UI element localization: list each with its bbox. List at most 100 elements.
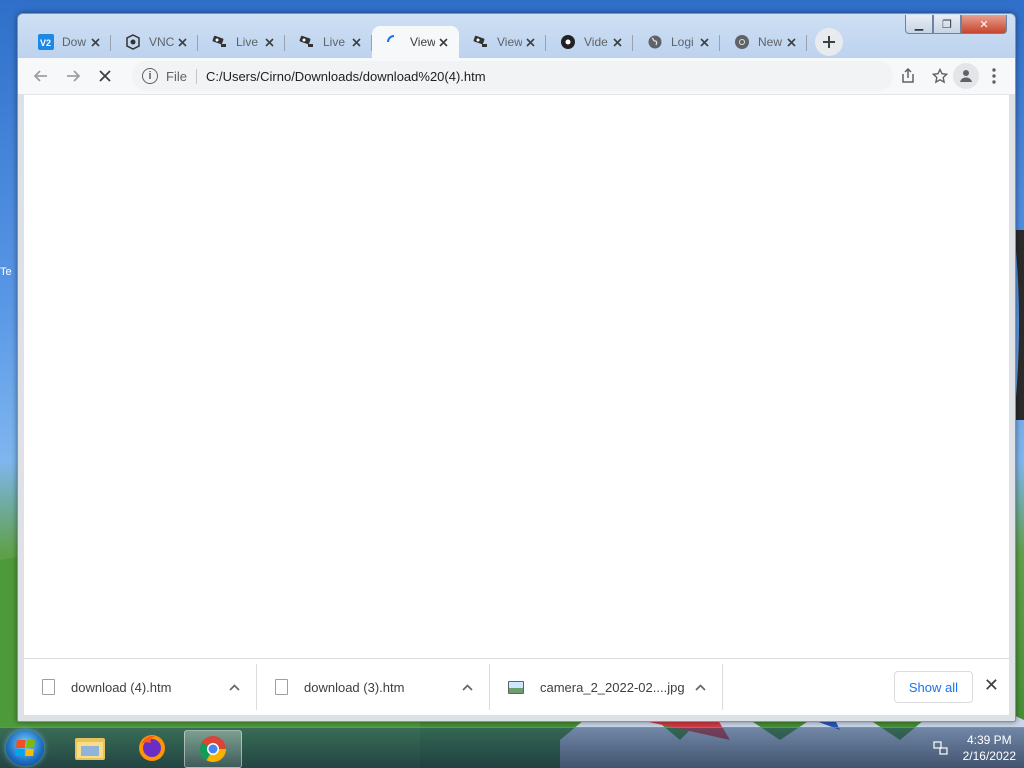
camera-icon	[299, 35, 313, 47]
tab-close-button[interactable]	[783, 34, 799, 50]
taskbar-firefox[interactable]	[124, 730, 180, 766]
back-button[interactable]	[26, 61, 56, 91]
tab-favicon	[125, 34, 141, 50]
download-options-button[interactable]	[695, 678, 706, 694]
network-icon[interactable]	[933, 740, 949, 756]
taskbar: 4:39 PM 2/16/2022	[0, 727, 1024, 768]
video-dot-icon	[561, 35, 575, 49]
tab-title: View	[410, 35, 435, 49]
download-options-button[interactable]	[229, 678, 240, 694]
download-options-button[interactable]	[462, 678, 473, 694]
tab-close-button[interactable]	[522, 34, 538, 50]
download-item[interactable]: camera_2_2022-02....jpg	[490, 664, 723, 710]
forward-button[interactable]	[58, 61, 88, 91]
browser-window: ▁ ❐ ✕ V2 Dow VNC Live Live View View Vide Logi Ne…	[17, 13, 1016, 722]
stop-loading-button[interactable]	[90, 61, 120, 91]
windows-logo-icon	[15, 740, 35, 756]
tab-close-button[interactable]	[348, 34, 364, 50]
clock-time: 4:39 PM	[966, 733, 1012, 747]
tab-close-button[interactable]	[261, 34, 277, 50]
download-item[interactable]: download (4).htm	[24, 664, 257, 710]
file-icon	[42, 679, 55, 695]
vnc-icon	[126, 34, 140, 50]
tab-title: View	[497, 35, 522, 49]
tab-favicon	[734, 34, 750, 50]
plus-icon	[823, 36, 835, 48]
taskbar-chrome[interactable]	[184, 730, 242, 768]
browser-tab[interactable]: View	[372, 26, 459, 58]
tab-favicon	[212, 34, 228, 50]
tab-close-button[interactable]	[174, 34, 190, 50]
arrow-right-icon	[67, 70, 81, 82]
site-info-icon[interactable]: i	[142, 68, 158, 84]
tab-favicon	[299, 34, 315, 50]
close-window-button[interactable]: ✕	[961, 15, 1007, 34]
taskbar-file-explorer[interactable]	[62, 730, 118, 766]
url-text[interactable]: C:/Users/Cirno/Downloads/download%20(4).…	[206, 69, 486, 84]
minimize-button[interactable]: ▁	[905, 15, 933, 34]
download-item[interactable]: download (3).htm	[257, 664, 490, 710]
tab-close-button[interactable]	[609, 34, 625, 50]
tab-favicon	[473, 34, 489, 50]
browser-tab[interactable]: Logi	[633, 26, 720, 58]
clock[interactable]: 4:39 PM 2/16/2022	[963, 732, 1016, 764]
close-icon	[525, 37, 535, 47]
tab-title: Vide	[584, 35, 608, 49]
tab-close-button[interactable]	[435, 34, 451, 50]
download-shelf: download (4).htm download (3).htm camera_2…	[24, 658, 1009, 715]
maximize-button[interactable]: ❐	[933, 15, 961, 34]
download-filename: camera_2_2022-02....jpg	[540, 679, 685, 695]
file-icon	[275, 679, 288, 695]
start-button[interactable]	[6, 730, 44, 766]
tab-title: New	[758, 35, 783, 49]
close-icon	[90, 37, 100, 47]
browser-tab[interactable]: Live	[198, 26, 285, 58]
browser-tab[interactable]: Vide	[546, 26, 633, 58]
tab-favicon	[386, 34, 402, 50]
close-icon	[699, 37, 709, 47]
site-chip-label[interactable]: File	[166, 68, 197, 84]
tab-favicon: V2	[38, 34, 54, 50]
star-icon	[932, 68, 948, 84]
share-button[interactable]	[893, 61, 923, 91]
close-icon	[612, 37, 622, 47]
stop-x-icon	[99, 70, 111, 82]
share-icon	[902, 68, 914, 83]
chrome-icon	[199, 736, 227, 763]
browser-tab[interactable]: VNC	[111, 26, 198, 58]
browser-tab[interactable]: New	[720, 26, 807, 58]
close-icon	[786, 37, 796, 47]
menu-button[interactable]	[979, 61, 1009, 91]
loading-spinner-icon	[387, 35, 395, 43]
download-filename: download (3).htm	[304, 679, 405, 695]
address-bar[interactable]: i File C:/Users/Cirno/Downloads/download…	[132, 61, 893, 91]
firefox-icon	[139, 735, 165, 761]
profile-button[interactable]	[953, 63, 979, 89]
browser-toolbar: i File C:/Users/Cirno/Downloads/download…	[18, 58, 1015, 94]
desktop-icon-label: Te	[0, 266, 12, 278]
camera-icon	[212, 35, 226, 47]
tab-close-button[interactable]	[87, 34, 103, 50]
close-icon	[177, 37, 187, 47]
download-filename: download (4).htm	[71, 679, 172, 695]
tab-title: Logi	[671, 35, 694, 49]
new-tab-button[interactable]	[815, 28, 843, 56]
close-shelf-button[interactable]: ✕	[984, 675, 999, 696]
clock-date: 2/16/2022	[962, 749, 1016, 763]
system-tray: 4:39 PM 2/16/2022	[933, 730, 1016, 766]
browser-tab[interactable]: View	[459, 26, 546, 58]
browser-tab[interactable]: V2 Dow	[24, 26, 111, 58]
profile-avatar-icon	[960, 70, 972, 82]
browser-tab[interactable]: Live	[285, 26, 372, 58]
close-icon	[264, 37, 274, 47]
tab-favicon	[560, 34, 576, 50]
svg-text:V2: V2	[40, 38, 51, 48]
close-icon	[438, 37, 448, 47]
chrome-icon	[735, 35, 749, 49]
bookmark-button[interactable]	[925, 61, 955, 91]
show-all-downloads-button[interactable]: Show all	[893, 671, 973, 703]
page-content-area[interactable]	[24, 94, 1009, 659]
tab-close-button[interactable]	[696, 34, 712, 50]
kebab-menu-icon	[992, 68, 996, 84]
chevron-up-icon	[695, 684, 706, 691]
